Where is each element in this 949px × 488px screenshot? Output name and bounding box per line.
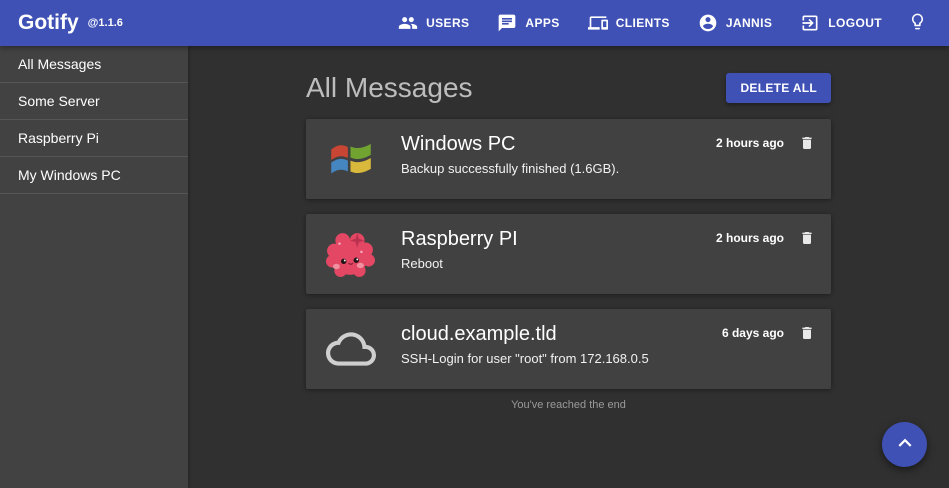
- top-navbar: Gotify @1.1.6 USERS APPS CLIENTS JANNIS: [0, 0, 949, 46]
- nav-clients-label: CLIENTS: [616, 16, 670, 30]
- lightbulb-icon: [908, 19, 927, 34]
- logout-icon: [800, 13, 820, 33]
- page-title: All Messages: [306, 72, 473, 104]
- message-timestamp: 2 hours ago: [716, 134, 784, 152]
- message-timestamp: 6 days ago: [722, 324, 784, 342]
- nav-apps-button[interactable]: APPS: [485, 5, 571, 41]
- nav-clients-button[interactable]: CLIENTS: [576, 5, 682, 41]
- message-timestamp: 2 hours ago: [716, 229, 784, 247]
- end-of-list-text: You've reached the end: [306, 399, 831, 411]
- account-circle-icon: [698, 13, 718, 33]
- trash-icon: [799, 235, 815, 250]
- delete-all-button[interactable]: DELETE ALL: [726, 73, 831, 103]
- message-body: SSH-Login for user "root" from 172.168.0…: [401, 351, 722, 366]
- windows-logo-icon: [326, 134, 376, 184]
- message-title: cloud.example.tld: [401, 322, 722, 347]
- sidebar-item-raspberry-pi[interactable]: Raspberry Pi: [0, 120, 188, 157]
- nav-user-label: JANNIS: [726, 16, 772, 30]
- navbar-menu: USERS APPS CLIENTS JANNIS LOGOUT: [382, 4, 933, 42]
- nav-logout-button[interactable]: LOGOUT: [788, 5, 894, 41]
- raspberry-logo-icon: [326, 229, 376, 279]
- message-card-windows-pc: Windows PC Backup successfully finished …: [306, 119, 831, 199]
- sidebar-item-my-windows-pc[interactable]: My Windows PC: [0, 157, 188, 194]
- message-body: Backup successfully finished (1.6GB).: [401, 161, 716, 176]
- trash-icon: [799, 330, 815, 345]
- page-header: All Messages DELETE ALL: [306, 72, 831, 104]
- app-title: Gotify: [18, 11, 79, 35]
- message-title: Raspberry PI: [401, 227, 716, 252]
- app-version: @1.1.6: [88, 17, 123, 29]
- chat-icon: [497, 13, 517, 33]
- sidebar-item-some-server[interactable]: Some Server: [0, 83, 188, 120]
- nav-user-account-button[interactable]: JANNIS: [686, 5, 784, 41]
- scroll-to-top-button[interactable]: [882, 422, 927, 467]
- delete-message-button[interactable]: [799, 229, 815, 247]
- message-card-cloud: cloud.example.tld SSH-Login for user "ro…: [306, 309, 831, 389]
- message-body: Reboot: [401, 256, 716, 271]
- nav-apps-label: APPS: [525, 16, 559, 30]
- delete-message-button[interactable]: [799, 134, 815, 152]
- nav-logout-label: LOGOUT: [828, 16, 882, 30]
- cloud-icon: [326, 324, 376, 374]
- sidebar: All Messages Some Server Raspberry Pi My…: [0, 46, 188, 488]
- chevron-up-icon: [892, 430, 918, 459]
- nav-users-button[interactable]: USERS: [386, 5, 481, 41]
- trash-icon: [799, 140, 815, 155]
- delete-message-button[interactable]: [799, 324, 815, 342]
- users-icon: [398, 13, 418, 33]
- theme-toggle-button[interactable]: [902, 4, 933, 42]
- message-title: Windows PC: [401, 132, 716, 157]
- message-card-raspberry-pi: Raspberry PI Reboot 2 hours ago: [306, 214, 831, 294]
- nav-users-label: USERS: [426, 16, 469, 30]
- devices-icon: [588, 13, 608, 33]
- main-content: All Messages DELETE ALL Windows PC Backu…: [188, 46, 949, 488]
- sidebar-item-all-messages[interactable]: All Messages: [0, 46, 188, 83]
